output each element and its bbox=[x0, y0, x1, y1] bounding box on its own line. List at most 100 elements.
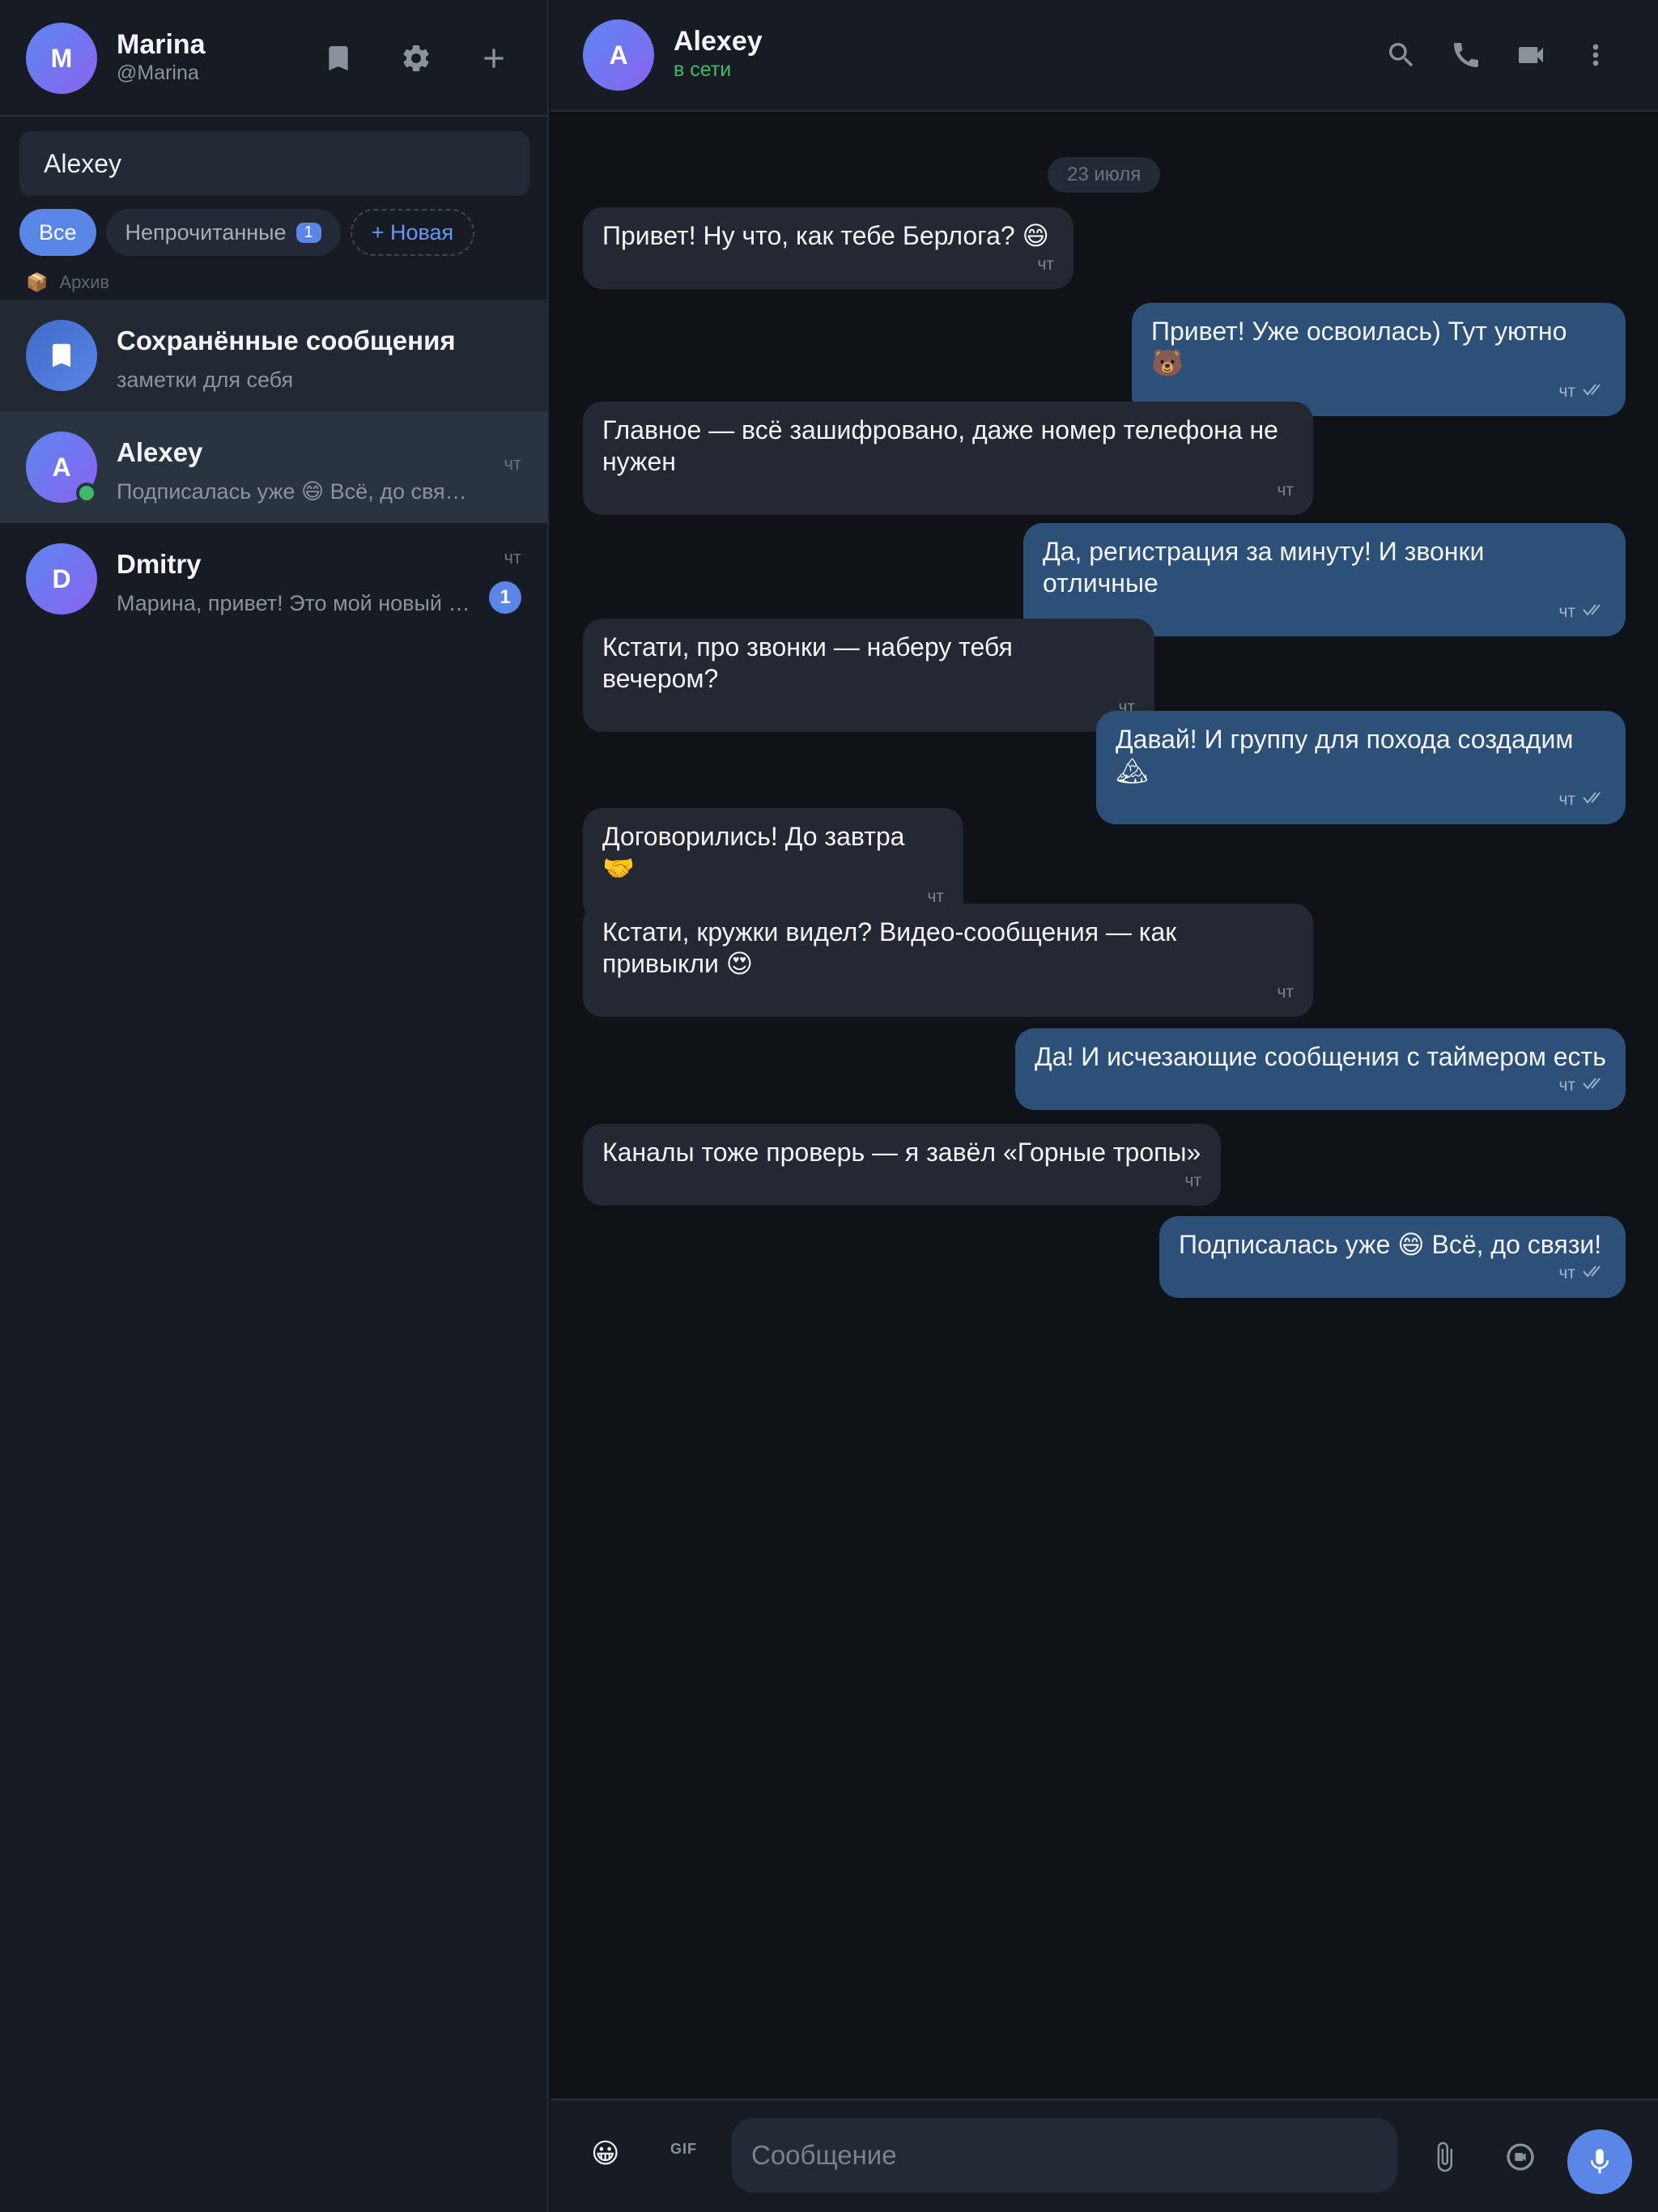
message-outgoing[interactable]: Подписалась уже 😄 Всё, до связи! чт bbox=[1159, 1216, 1626, 1298]
message-input[interactable] bbox=[732, 2118, 1397, 2193]
chat-title: Alexey bbox=[117, 437, 203, 467]
video-call-button[interactable] bbox=[1507, 31, 1555, 79]
message-list[interactable]: 23 июля Привет! Ну что, как тебе Берлога… bbox=[551, 113, 1658, 2097]
unread-badge: 1 bbox=[489, 581, 521, 614]
bookmark-icon bbox=[52, 343, 71, 368]
paperclip-icon bbox=[1437, 2142, 1452, 2172]
contact-avatar[interactable]: A bbox=[583, 19, 654, 91]
message-time: чт bbox=[1558, 382, 1575, 401]
message-text: Привет! Ну что, как тебе Берлога? 😄 bbox=[602, 221, 1049, 250]
message-meta: чт bbox=[1179, 1264, 1606, 1283]
profile-name: Marina bbox=[117, 29, 206, 60]
message-time: чт bbox=[1558, 1264, 1575, 1283]
message-text: Главное — всё зашифровано, даже номер те… bbox=[602, 415, 1278, 476]
message-time: чт bbox=[1558, 790, 1575, 809]
microphone-icon bbox=[1590, 2149, 1609, 2174]
contact-status: в сети bbox=[674, 58, 732, 81]
message-time: чт bbox=[1037, 255, 1054, 274]
chat-title: Сохранённые сообщения bbox=[117, 325, 456, 355]
filter-new-button[interactable]: + Новая bbox=[350, 209, 475, 256]
chat-time: чт bbox=[504, 547, 521, 568]
message-meta: чт bbox=[1116, 790, 1606, 810]
message-text: Привет! Уже освоилась) Тут уютно 🐻 bbox=[1151, 317, 1567, 377]
message-outgoing[interactable]: Привет! Уже освоилась) Тут уютно 🐻 чт bbox=[1132, 303, 1626, 416]
search-in-chat-button[interactable] bbox=[1377, 31, 1426, 79]
video-circle-icon bbox=[1507, 2143, 1534, 2171]
message-meta: чт bbox=[602, 698, 1135, 717]
double-check-icon bbox=[1582, 602, 1606, 622]
chat-preview: Марина, привет! Это мой новый н… bbox=[117, 591, 473, 615]
double-check-icon bbox=[1582, 1076, 1606, 1095]
search-input[interactable] bbox=[19, 131, 529, 196]
archive-label: Архив bbox=[59, 272, 110, 292]
more-options-button[interactable] bbox=[1571, 31, 1620, 79]
filter-unread-label: Непрочитанные bbox=[125, 219, 287, 245]
filter-unread-badge: 1 bbox=[295, 222, 321, 243]
emoji-button[interactable]: 😀 bbox=[591, 2138, 619, 2170]
search-icon bbox=[1389, 43, 1414, 67]
message-meta: чт bbox=[1151, 382, 1606, 402]
filter-unread[interactable]: Непрочитанные 1 bbox=[105, 209, 341, 256]
plus-icon bbox=[484, 49, 504, 68]
double-check-icon bbox=[1582, 1264, 1606, 1283]
message-text: Кстати, кружки видел? Видео-сообщения — … bbox=[602, 917, 1177, 978]
voice-call-button[interactable] bbox=[1442, 31, 1490, 79]
phone-icon bbox=[1454, 43, 1478, 67]
message-meta: чт bbox=[602, 255, 1054, 274]
message-text: Кстати, про звонки — наберу тебя вечером… bbox=[602, 632, 1013, 693]
chat-filters: Все Непрочитанные 1 + Новая bbox=[19, 209, 475, 256]
archive-box-icon: 📦 bbox=[26, 272, 49, 292]
gif-button[interactable]: GIF bbox=[670, 2141, 697, 2158]
sidebar: M Marina @Marina Все Непрочитанные 1 + Н… bbox=[0, 0, 549, 2212]
message-text: Давай! И группу для похода создадим 🏔 bbox=[1116, 725, 1574, 785]
message-text: Да! И исчезающие сообщения с таймером ес… bbox=[1035, 1042, 1606, 1071]
settings-button[interactable] bbox=[392, 34, 440, 83]
chat-preview: заметки для себя bbox=[117, 368, 294, 392]
message-meta: чт bbox=[1035, 1076, 1606, 1095]
message-text: Договорились! До завтра 🤝 bbox=[602, 822, 905, 883]
message-incoming[interactable]: Привет! Ну что, как тебе Берлога? 😄 чт bbox=[583, 207, 1073, 289]
voice-record-button[interactable] bbox=[1567, 2129, 1632, 2194]
double-check-icon bbox=[1582, 790, 1606, 810]
message-outgoing[interactable]: Давай! И группу для похода создадим 🏔 чт bbox=[1096, 711, 1626, 824]
filter-all[interactable]: Все bbox=[19, 209, 96, 256]
message-incoming[interactable]: Главное — всё зашифровано, даже номер те… bbox=[583, 402, 1313, 515]
profile-header: M Marina @Marina bbox=[0, 0, 547, 117]
attach-button[interactable] bbox=[1420, 2133, 1469, 2181]
message-text: Каналы тоже проверь — я завёл «Горные тр… bbox=[602, 1138, 1201, 1167]
chat-header: A Alexey в сети bbox=[551, 0, 1658, 112]
message-time: чт bbox=[1558, 602, 1575, 621]
gear-icon bbox=[403, 45, 429, 71]
chat-avatar: D bbox=[26, 543, 97, 615]
message-meta: чт bbox=[602, 983, 1294, 1002]
message-incoming[interactable]: Каналы тоже проверь — я завёл «Горные тр… bbox=[583, 1124, 1221, 1206]
message-text: Да, регистрация за минуту! И звонки отли… bbox=[1043, 537, 1485, 598]
chat-item-alexey[interactable]: A Alexey Подписалась уже 😄 Всё, до связи… bbox=[0, 411, 547, 523]
chat-list: Сохранённые сообщения заметки для себя A… bbox=[0, 300, 547, 635]
message-incoming[interactable]: Кстати, кружки видел? Видео-сообщения — … bbox=[583, 904, 1313, 1017]
message-time: чт bbox=[1184, 1172, 1201, 1190]
online-indicator bbox=[76, 483, 97, 504]
profile-avatar[interactable]: M bbox=[26, 23, 97, 94]
message-meta: чт bbox=[602, 1172, 1201, 1191]
new-chat-button[interactable] bbox=[470, 34, 518, 83]
message-time: чт bbox=[1558, 1076, 1575, 1095]
bookmark-button[interactable] bbox=[314, 34, 363, 83]
message-incoming[interactable]: Кстати, про звонки — наберу тебя вечером… bbox=[583, 619, 1154, 732]
chat-title: Dmitry bbox=[117, 549, 202, 579]
chat-item-dmitry[interactable]: D Dmitry Марина, привет! Это мой новый н… bbox=[0, 523, 547, 635]
message-meta: чт bbox=[602, 481, 1294, 500]
chat-item-saved-messages[interactable]: Сохранённые сообщения заметки для себя bbox=[0, 300, 547, 411]
saved-messages-avatar bbox=[26, 320, 97, 391]
profile-handle: @Marina bbox=[117, 62, 199, 84]
video-message-button[interactable] bbox=[1496, 2133, 1545, 2181]
message-outgoing[interactable]: Да! И исчезающие сообщения с таймером ес… bbox=[1015, 1028, 1626, 1110]
contact-name[interactable]: Alexey bbox=[674, 26, 763, 57]
video-camera-icon bbox=[1519, 47, 1543, 63]
archive-link[interactable]: 📦 Архив bbox=[26, 272, 109, 293]
double-check-icon bbox=[1582, 382, 1606, 402]
message-text: Подписалась уже 😄 Всё, до связи! bbox=[1179, 1230, 1602, 1259]
bookmark-icon bbox=[329, 46, 348, 70]
composer-bar: 😀 GIF bbox=[551, 2099, 1658, 2212]
message-time: чт bbox=[1277, 481, 1294, 500]
